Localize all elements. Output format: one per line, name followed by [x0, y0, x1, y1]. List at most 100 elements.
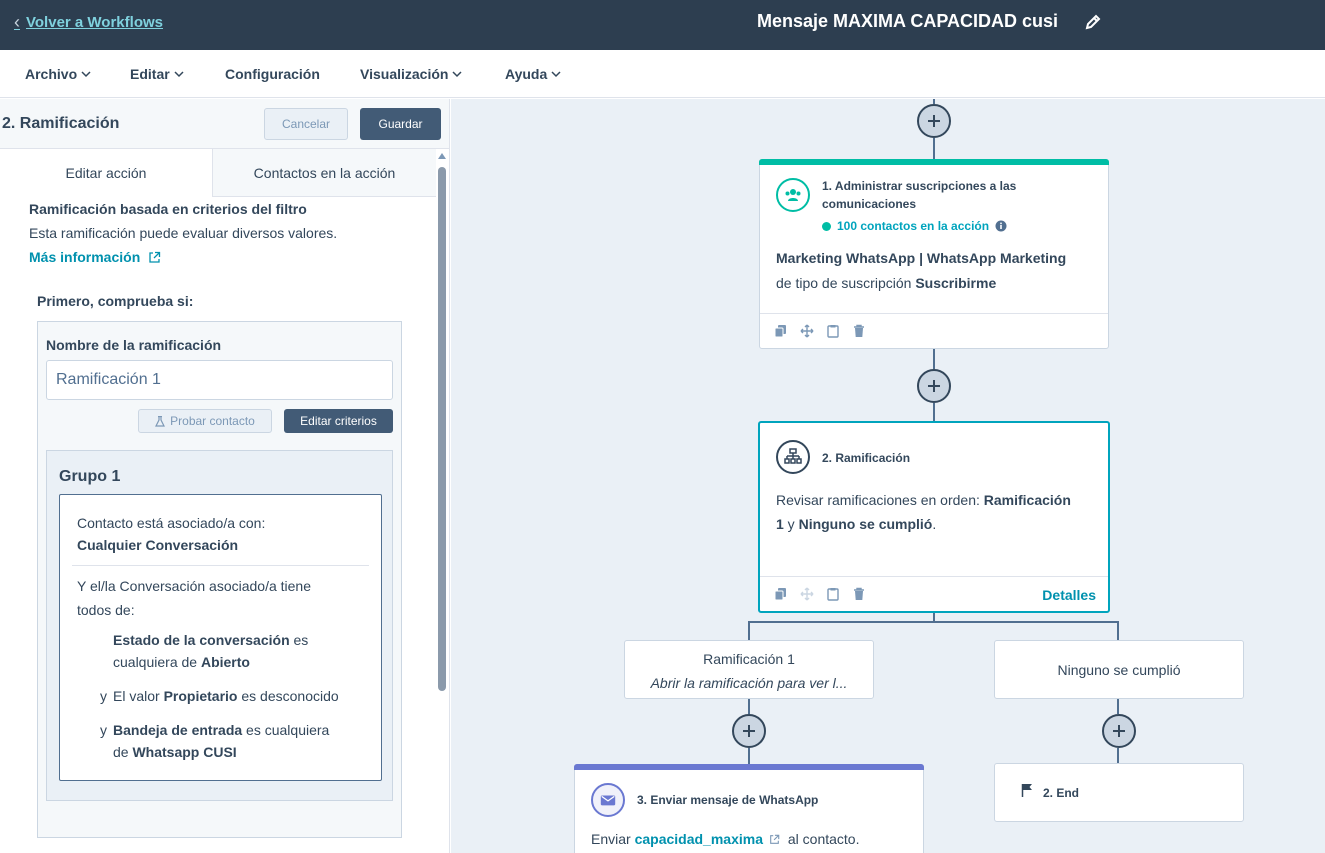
clipboard-icon[interactable]	[826, 587, 840, 601]
add-action-button[interactable]	[917, 369, 951, 403]
menu-archivo[interactable]: Archivo	[25, 66, 91, 82]
menu-configuracion-label: Configuración	[225, 66, 320, 82]
menu-editar-label: Editar	[130, 66, 170, 82]
connector-line	[1117, 699, 1119, 714]
connector-line	[1117, 748, 1119, 764]
menu-configuracion[interactable]: Configuración	[225, 66, 320, 82]
action-card-send-whatsapp[interactable]: 3. Enviar mensaje de WhatsApp Enviar cap…	[574, 764, 924, 853]
filter-and-1: y	[100, 688, 107, 704]
chevron-down-icon	[452, 71, 462, 78]
card-accent-bar	[574, 764, 924, 770]
template-link[interactable]: capacidad_maxima	[635, 831, 763, 847]
copy-icon[interactable]	[774, 324, 788, 338]
copy-icon[interactable]	[774, 587, 788, 601]
menu-bar: Archivo Editar Configuración Visualizaci…	[0, 50, 1325, 98]
end-card[interactable]: 2. End	[994, 763, 1244, 822]
info-icon[interactable]	[995, 220, 1007, 232]
divider	[72, 565, 369, 566]
trash-icon[interactable]	[852, 587, 866, 601]
branch-card-ninguno[interactable]: Ninguno se cumplió	[994, 640, 1244, 699]
scrollbar-thumb[interactable]	[438, 167, 446, 691]
card-footer: Detalles	[760, 576, 1108, 612]
chevron-down-icon	[81, 71, 91, 78]
card-footer	[760, 313, 1108, 349]
branch-icon	[776, 440, 810, 474]
filter-conditions[interactable]: Contacto está asociado/a con: Cualquier …	[59, 494, 382, 781]
connector-line	[933, 349, 935, 369]
workflow-title[interactable]: Mensaje MAXIMA CAPACIDAD cusi	[757, 11, 1058, 32]
first-check-label: Primero, comprueba si:	[37, 293, 194, 309]
description-text: Esta ramificación puede evaluar diversos…	[29, 225, 338, 241]
condition-association: Contacto está asociado/a con:	[77, 515, 266, 531]
action-3-title: 3. Enviar mensaje de WhatsApp	[637, 793, 819, 807]
add-action-button[interactable]	[732, 714, 766, 748]
panel-tabs: Editar acción Contactos en la acción	[0, 149, 436, 197]
connector-line	[933, 403, 935, 423]
condition-all-of: todos de:	[77, 602, 135, 618]
menu-visualizacion-label: Visualización	[360, 66, 449, 82]
pencil-icon[interactable]	[1083, 12, 1103, 32]
top-bar: ‹ Volver a Workflows Mensaje MAXIMA CAPA…	[0, 0, 1325, 50]
condition-associated-has: Y el/la Conversación asociado/a tiene	[77, 578, 312, 594]
chevron-down-icon	[551, 71, 561, 78]
branch-definition-box: Nombre de la ramificación Probar contact…	[37, 321, 402, 838]
end-title: 2. End	[1043, 786, 1080, 800]
menu-visualizacion[interactable]: Visualización	[360, 66, 462, 82]
action-1-title: 1. Administrar suscripciones a las comun…	[822, 179, 1017, 211]
clipboard-icon[interactable]	[826, 324, 840, 338]
branch-2-title: Ninguno se cumplió	[1057, 662, 1181, 678]
status-dot-icon	[822, 221, 831, 231]
workflow-canvas[interactable]: 1. Administrar suscripciones a las comun…	[451, 99, 1325, 853]
test-contact-button[interactable]: Probar contacto	[138, 409, 272, 433]
group-title: Grupo 1	[59, 468, 121, 485]
add-action-button[interactable]	[917, 104, 951, 138]
menu-archivo-label: Archivo	[25, 66, 78, 82]
external-link-icon	[149, 251, 161, 263]
scroll-up-arrow-icon[interactable]	[438, 153, 446, 159]
trash-icon[interactable]	[852, 324, 866, 338]
action-card-branch[interactable]: 2. Ramificación Revisar ramificaciones e…	[758, 421, 1110, 613]
action-1-body-detail: de tipo de suscripción Suscribirme	[776, 275, 997, 291]
connector-line	[748, 748, 750, 764]
envelope-icon	[591, 783, 625, 817]
contacts-in-action[interactable]: 100 contactos en la acción	[822, 219, 1007, 233]
save-button[interactable]: Guardar	[360, 108, 441, 140]
filter-group: Grupo 1 Contacto está asociado/a con: Cu…	[46, 450, 393, 801]
back-link-label: Volver a Workflows	[26, 14, 163, 31]
branch-1-subtitle: Abrir la ramificación para ver l...	[650, 675, 848, 691]
people-icon	[776, 178, 810, 212]
more-info-label: Más información	[29, 249, 141, 265]
branch-name-input[interactable]	[46, 360, 393, 400]
filter-propietario: El valor Propietario es desconocido	[113, 688, 339, 704]
details-link[interactable]: Detalles	[1042, 587, 1096, 603]
add-action-button[interactable]	[1102, 714, 1136, 748]
test-contact-label: Probar contacto	[170, 414, 255, 428]
external-link-icon[interactable]	[769, 834, 780, 845]
move-icon[interactable]	[800, 324, 814, 338]
action-1-body-title: Marketing WhatsApp | WhatsApp Marketing	[776, 250, 1067, 266]
branch-card-ramificacion-1[interactable]: Ramificación 1 Abrir la ramificación par…	[624, 640, 874, 699]
connector-line	[933, 138, 935, 159]
filter-estado-value: cualquiera de Abierto	[113, 654, 250, 670]
action-edit-panel: 2. Ramificación Cancelar Guardar Editar …	[0, 99, 450, 853]
action-card-manage-subscriptions[interactable]: 1. Administrar suscripciones a las comun…	[759, 159, 1109, 349]
panel-title: 2. Ramificación	[2, 115, 120, 132]
menu-editar[interactable]: Editar	[130, 66, 184, 82]
connector-line	[748, 699, 750, 714]
action-3-body: Enviar capacidad_maxima al contacto.	[591, 831, 860, 847]
filter-and-2: y	[100, 722, 107, 738]
condition-association-object: Cualquier Conversación	[77, 537, 239, 553]
back-to-workflows-link[interactable]: ‹ Volver a Workflows	[14, 12, 163, 33]
plus-icon	[1113, 725, 1125, 737]
more-info-link[interactable]: Más información	[29, 249, 161, 265]
description-title: Ramificación basada en criterios del fil…	[29, 201, 307, 217]
menu-ayuda[interactable]: Ayuda	[505, 66, 561, 82]
connector-line	[748, 621, 1119, 623]
tab-editar-accion[interactable]: Editar acción	[0, 149, 212, 197]
branch-name-label: Nombre de la ramificación	[46, 337, 222, 353]
plus-icon	[928, 380, 940, 392]
flag-icon	[1021, 784, 1032, 797]
cancel-button[interactable]: Cancelar	[264, 108, 348, 140]
tab-contactos-en-accion[interactable]: Contactos en la acción	[212, 149, 436, 197]
edit-criteria-button[interactable]: Editar criterios	[284, 409, 393, 433]
